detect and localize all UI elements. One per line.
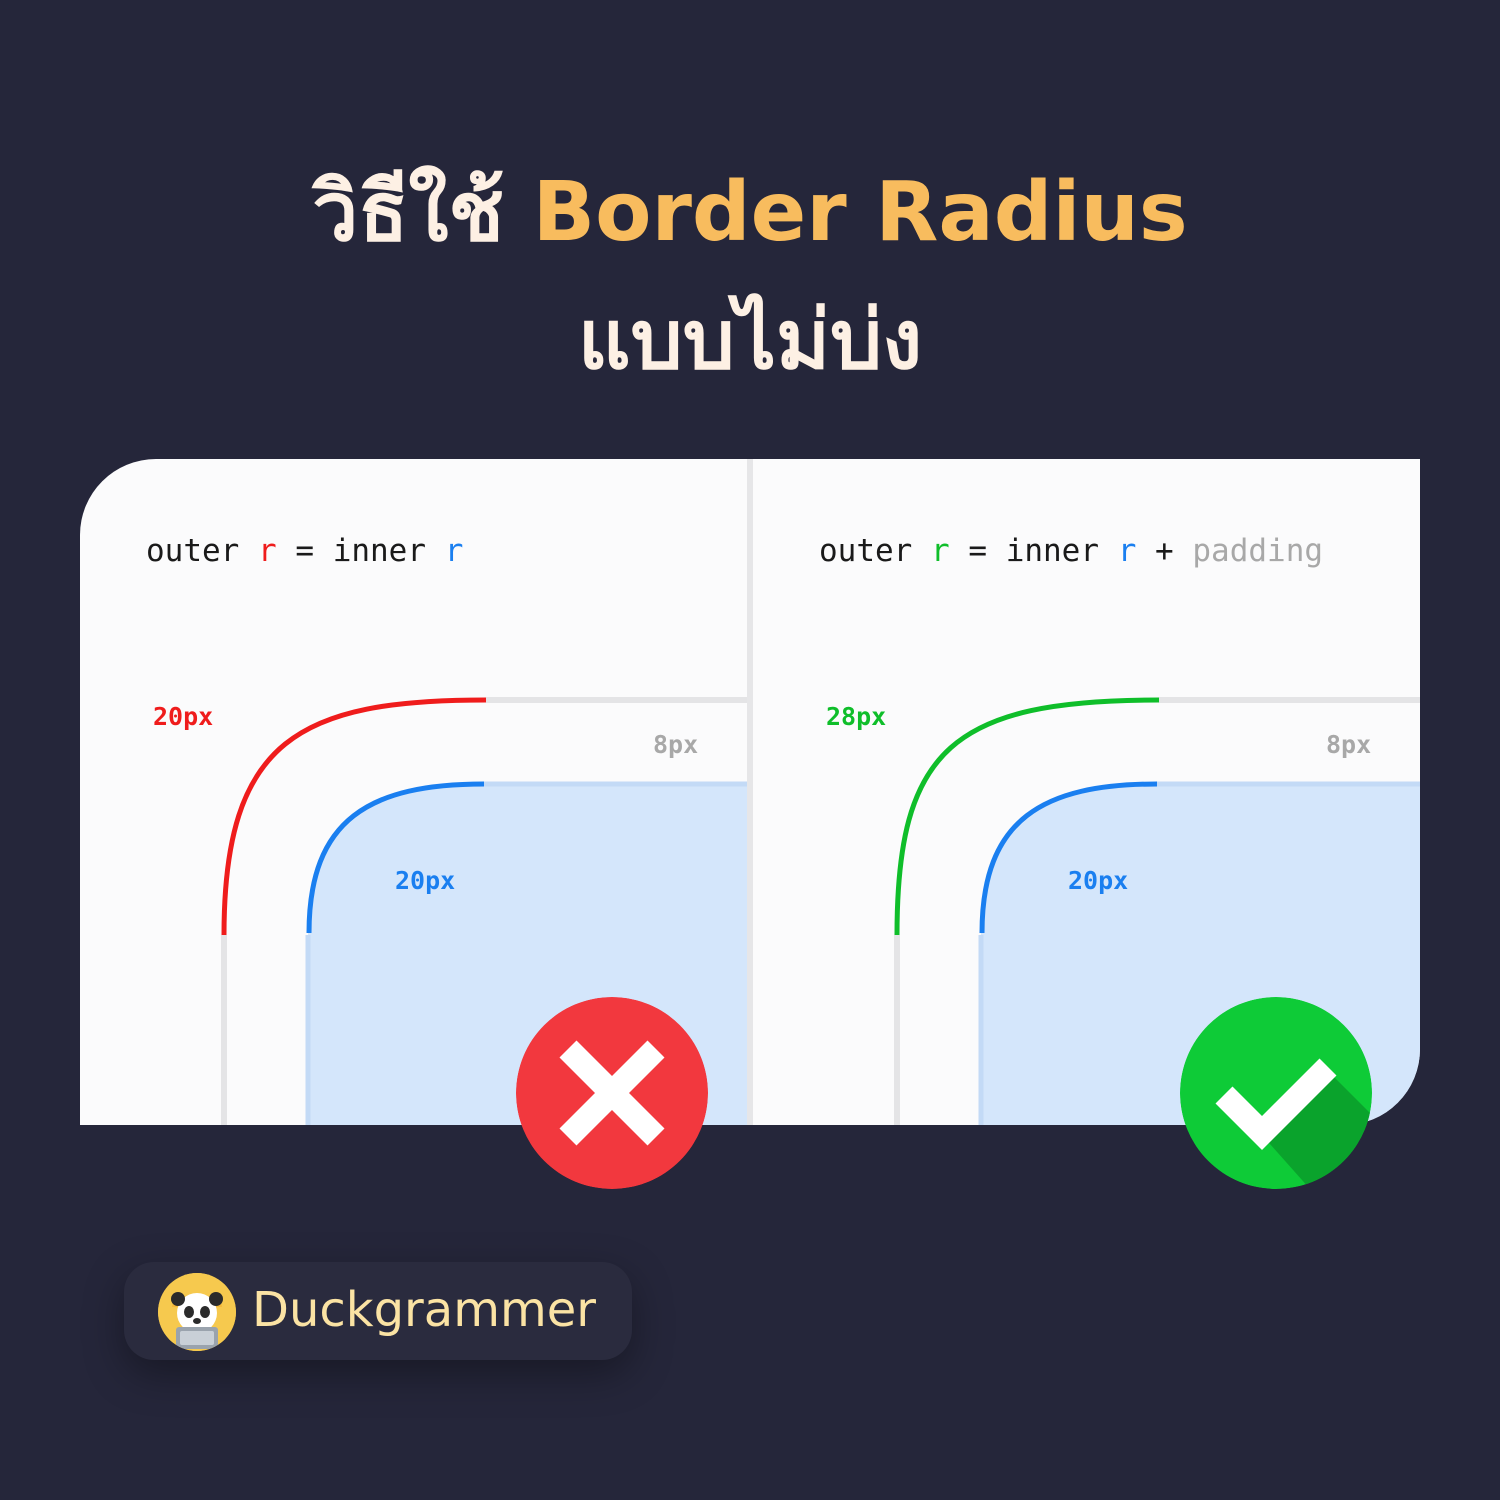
padding-label: 8px <box>1326 730 1372 759</box>
inner-radius-label: 20px <box>1068 866 1129 895</box>
brand-badge[interactable]: Duckgrammer <box>124 1262 632 1360</box>
page-title: วิธีใช้ Border Radius <box>0 158 1500 268</box>
panda-duck-avatar-icon <box>158 1273 236 1351</box>
title-thai: วิธีใช้ <box>312 165 505 260</box>
inner-radius-label: 20px <box>395 866 456 895</box>
brand-name: Duckgrammer <box>252 1282 596 1338</box>
outer-radius-label: 28px <box>826 702 887 731</box>
outer-radius-label: 20px <box>153 702 214 731</box>
page-subtitle: แบบไม่บ่ง <box>577 293 923 388</box>
check-icon <box>1180 997 1372 1189</box>
padding-label: 8px <box>653 730 699 759</box>
title-accent: Border Radius <box>532 165 1188 260</box>
cross-icon <box>516 997 708 1189</box>
